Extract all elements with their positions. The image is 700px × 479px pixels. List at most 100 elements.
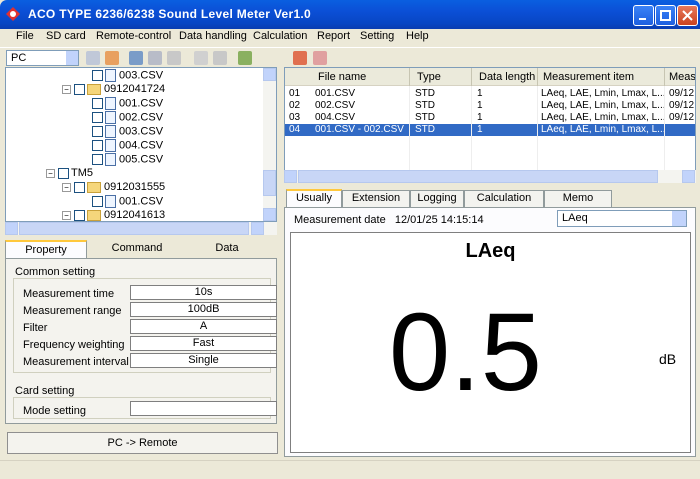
- source-select[interactable]: PC: [6, 50, 79, 66]
- checkbox[interactable]: [58, 167, 69, 179]
- refresh-icon[interactable]: [86, 51, 100, 65]
- col-measurement-date[interactable]: Measu: [669, 71, 695, 83]
- stop-icon[interactable]: [213, 51, 227, 65]
- mode-setting-value[interactable]: [130, 401, 277, 416]
- delete-icon[interactable]: [105, 51, 119, 65]
- tab-calculation[interactable]: Calculation: [464, 190, 544, 207]
- tree-horizontal-scrollbar[interactable]: [5, 222, 277, 235]
- chevron-down-icon: [66, 51, 78, 65]
- file-list-horizontal-scrollbar[interactable]: [284, 170, 696, 183]
- tree-item[interactable]: 001.CSV: [92, 97, 163, 111]
- scroll-right-icon[interactable]: [682, 170, 695, 183]
- measurement-date: Measurement date 12/01/25 14:15:14: [294, 214, 484, 226]
- scroll-thumb[interactable]: [298, 170, 658, 183]
- tab-data[interactable]: Data: [187, 240, 267, 258]
- checkbox[interactable]: [74, 83, 85, 95]
- tab-memo[interactable]: Memo: [544, 190, 612, 207]
- scroll-left-icon[interactable]: [284, 170, 297, 183]
- file-tree[interactable]: 003.CSV − 0912041724 001.CSV 002.CSV 003.…: [5, 67, 277, 222]
- tab-logging[interactable]: Logging: [410, 190, 464, 207]
- tree-item[interactable]: 002.CSV: [92, 111, 163, 125]
- tab-command[interactable]: Command: [97, 240, 177, 258]
- checkbox[interactable]: [92, 112, 103, 123]
- tree-item[interactable]: − 0912031555: [62, 181, 165, 195]
- menu-calculation[interactable]: Calculation: [253, 30, 307, 42]
- tree-item[interactable]: 003.CSV: [92, 125, 163, 139]
- checkbox[interactable]: [74, 209, 85, 221]
- menu-data-handling[interactable]: Data handling: [179, 30, 247, 42]
- checkbox[interactable]: [92, 196, 103, 207]
- cell-date: 09/12: [669, 112, 695, 123]
- tree-item[interactable]: − 0912041613: [62, 209, 166, 221]
- menu-report[interactable]: Report: [317, 30, 350, 42]
- tree-vertical-scrollbar[interactable]: [263, 68, 276, 221]
- measurement-item-select[interactable]: LAeq: [557, 210, 687, 227]
- close-button[interactable]: [677, 5, 698, 26]
- col-file-name[interactable]: File name: [318, 71, 366, 83]
- col-measurement-item[interactable]: Measurement item: [543, 71, 634, 83]
- tree-item[interactable]: − 0912041724: [62, 83, 165, 97]
- file-icon: [105, 97, 116, 110]
- tab-property[interactable]: Property: [5, 240, 87, 258]
- file-icon: [105, 125, 116, 138]
- minimize-button[interactable]: [633, 5, 654, 26]
- prop-label: Measurement range: [23, 305, 122, 317]
- table-row[interactable]: 02 002.CSV STD 1 LAeq, LAE, Lmin, Lmax, …: [285, 100, 695, 112]
- tree-item-label: 0912041613: [104, 209, 166, 221]
- maximize-button[interactable]: [655, 5, 676, 26]
- collapse-icon[interactable]: −: [62, 210, 71, 220]
- measurement-interval-value[interactable]: Single: [130, 353, 277, 368]
- prop-label: Measurement time: [23, 288, 115, 300]
- disconnect-icon[interactable]: [148, 51, 162, 65]
- scroll-thumb[interactable]: [263, 170, 276, 196]
- checkbox[interactable]: [74, 181, 85, 193]
- tree-item[interactable]: 001.CSV: [92, 195, 163, 209]
- menu-sd-card[interactable]: SD card: [46, 30, 86, 42]
- table-row[interactable]: 01 001.CSV STD 1 LAeq, LAE, Lmin, Lmax, …: [285, 88, 695, 100]
- table-row[interactable]: 03 004.CSV STD 1 LAeq, LAE, Lmin, Lmax, …: [285, 112, 695, 124]
- tab-usually[interactable]: Usually: [286, 189, 342, 208]
- cell-length: 1: [477, 88, 483, 99]
- scroll-down-icon[interactable]: [263, 208, 276, 221]
- frequency-weighting-value[interactable]: Fast: [130, 336, 277, 351]
- col-data-length[interactable]: Data length: [479, 71, 535, 83]
- menu-setting[interactable]: Setting: [360, 30, 394, 42]
- tree-item[interactable]: 004.CSV: [92, 139, 163, 153]
- checkbox[interactable]: [92, 98, 103, 109]
- tree-item[interactable]: 005.CSV: [92, 153, 163, 167]
- menu-help[interactable]: Help: [406, 30, 429, 42]
- scroll-up-icon[interactable]: [263, 68, 276, 81]
- tab-extension[interactable]: Extension: [342, 190, 410, 207]
- tree-item[interactable]: 003.CSV: [92, 69, 163, 83]
- scroll-right-icon[interactable]: [251, 222, 264, 235]
- connect-icon[interactable]: [129, 51, 143, 65]
- cell-item: LAeq, LAE, Lmin, Lmax, L...: [541, 124, 666, 135]
- play-icon[interactable]: [194, 51, 208, 65]
- col-type[interactable]: Type: [417, 71, 441, 83]
- checkbox[interactable]: [92, 154, 103, 165]
- filter-value[interactable]: A: [130, 319, 277, 334]
- checkbox[interactable]: [92, 140, 103, 151]
- checkbox[interactable]: [92, 70, 103, 81]
- scroll-thumb[interactable]: [19, 222, 249, 235]
- measurement-range-value[interactable]: 100dB: [130, 302, 277, 317]
- pc-to-remote-button[interactable]: PC -> Remote: [7, 432, 278, 454]
- export-icon[interactable]: [293, 51, 307, 65]
- collapse-icon[interactable]: −: [62, 84, 71, 94]
- measurement-time-value[interactable]: 10s: [130, 285, 277, 300]
- menu-remote-control[interactable]: Remote-control: [96, 30, 171, 42]
- menu-file[interactable]: File: [16, 30, 34, 42]
- tree-item[interactable]: − TM5: [46, 167, 93, 181]
- prop-label: Frequency weighting: [23, 339, 125, 351]
- report-icon[interactable]: [313, 51, 327, 65]
- table-row-selected[interactable]: 04 001.CSV - 002.CSV STD 1 LAeq, LAE, Lm…: [285, 124, 695, 136]
- scroll-left-icon[interactable]: [5, 222, 18, 235]
- cell-file: 002.CSV: [315, 100, 356, 111]
- measurement-item-select-value: LAeq: [562, 212, 588, 224]
- collapse-icon[interactable]: −: [62, 182, 71, 192]
- checkbox[interactable]: [92, 126, 103, 137]
- collapse-icon[interactable]: −: [46, 168, 55, 178]
- file-list[interactable]: File name Type Data length Measurement i…: [284, 67, 696, 183]
- search-icon[interactable]: [167, 51, 181, 65]
- chart-icon[interactable]: [238, 51, 252, 65]
